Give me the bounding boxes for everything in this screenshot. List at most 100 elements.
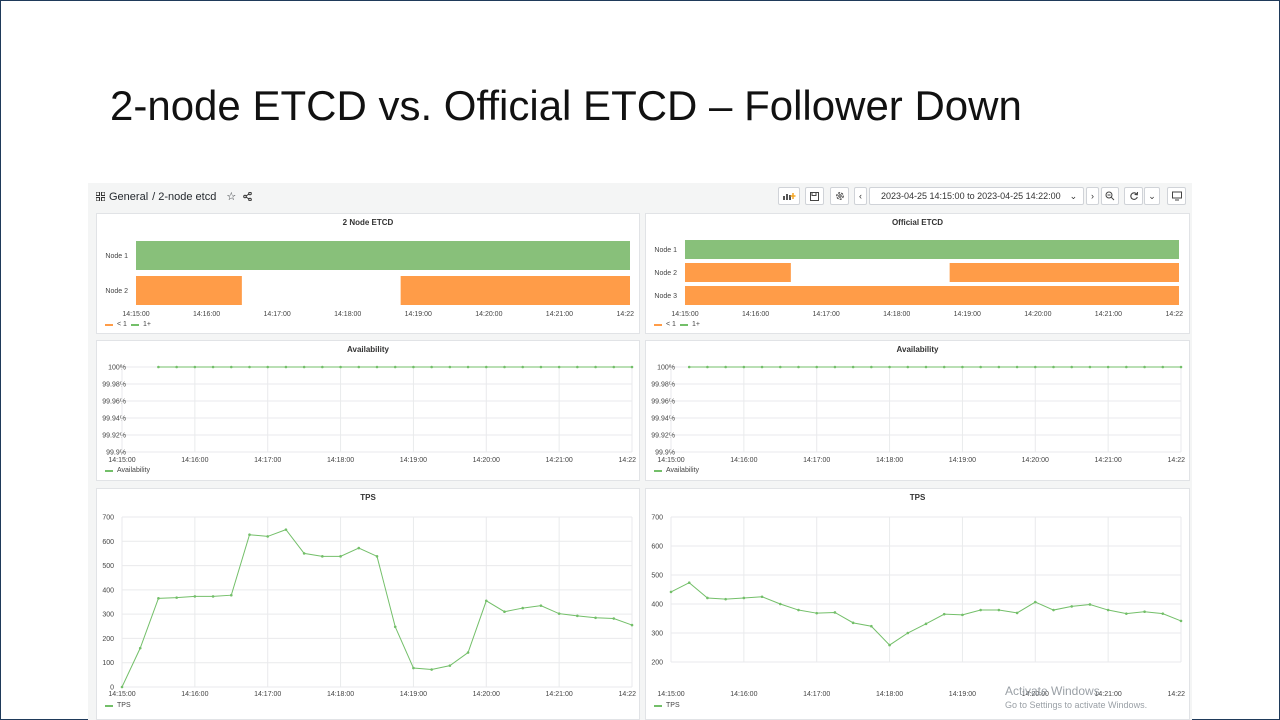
x-tick-label: 14:17:00 xyxy=(254,691,281,698)
data-point xyxy=(448,664,452,667)
state-legend: < 1 1+ xyxy=(654,321,700,328)
data-point xyxy=(266,535,270,538)
state-timeline-chart: Node 1 Node 2 14:15:00 14:16:00 14:17:00 14:1… xyxy=(105,241,634,318)
data-point xyxy=(961,613,964,617)
state-legend: < 1 1+ xyxy=(105,321,151,328)
breadcrumb-folder[interactable]: General xyxy=(109,191,148,203)
data-point xyxy=(466,365,470,369)
data-point xyxy=(1015,365,1019,369)
settings-icon[interactable] xyxy=(830,187,849,205)
series-legend: Availability xyxy=(654,467,699,474)
data-point xyxy=(484,365,488,369)
add-panel-icon[interactable] xyxy=(778,187,800,205)
dashboard-toolbar: General / 2-node etcd ☆ ‹ 2023-04-25 14:… xyxy=(88,183,1192,210)
data-point xyxy=(393,365,397,369)
x-tick-label: 14:20:00 xyxy=(1024,311,1051,318)
row-label: Node 3 xyxy=(654,293,677,300)
x-tick-label: 14:20:00 xyxy=(1022,457,1049,464)
row-label: Node 1 xyxy=(654,247,677,254)
zoom-out-icon[interactable] xyxy=(1101,187,1119,205)
data-point xyxy=(1125,612,1128,615)
data-point xyxy=(1179,365,1183,369)
data-point xyxy=(706,596,709,600)
data-point xyxy=(833,365,837,369)
x-tick-label: 14:16:00 xyxy=(193,311,220,318)
data-point xyxy=(997,365,1001,369)
panel-official-state: Official ETCD Node 1 Node 2 Node 3 14:15:00… xyxy=(645,213,1190,334)
data-point xyxy=(1033,600,1037,604)
data-point xyxy=(612,617,616,620)
dashboard-grid-icon xyxy=(96,192,105,201)
star-icon[interactable]: ☆ xyxy=(226,190,236,203)
data-point xyxy=(1070,605,1074,608)
x-tick-label: 14:17:00 xyxy=(803,457,830,464)
data-point xyxy=(120,685,124,689)
chevron-down-icon: ⌄ xyxy=(1069,190,1078,201)
refresh-interval-chevron-down-icon[interactable]: ⌄ xyxy=(1144,187,1160,205)
data-point xyxy=(687,365,691,369)
x-tick-label: 14:15:00 xyxy=(657,457,684,464)
x-tick-label: 14:19:00 xyxy=(400,457,427,464)
data-point xyxy=(724,365,727,369)
x-tick-label: 14:15:00 xyxy=(108,691,135,698)
x-tick-label: 14:22 xyxy=(618,457,636,464)
data-point xyxy=(175,365,178,369)
data-point xyxy=(484,599,488,603)
x-tick-label: 14:19:00 xyxy=(949,457,976,464)
data-point xyxy=(1161,612,1165,615)
legend-lt1: < 1 xyxy=(117,321,127,328)
data-point xyxy=(942,365,946,369)
data-point xyxy=(1088,603,1092,606)
panel-2node-state: 2 Node ETCD Node 1 Node 2 14:15:00 14:16:00… xyxy=(96,213,640,334)
data-point xyxy=(284,528,288,531)
data-point xyxy=(669,590,673,594)
refresh-icon[interactable] xyxy=(1124,187,1143,205)
y-tick-label: 700 xyxy=(102,515,114,522)
grafana-dashboard: General / 2-node etcd ☆ ‹ 2023-04-25 14:… xyxy=(88,183,1192,720)
chevron-right-icon[interactable]: › xyxy=(1086,187,1099,205)
data-point xyxy=(412,666,415,670)
x-tick-label: 14:16:00 xyxy=(181,691,208,698)
data-point xyxy=(961,365,964,369)
x-tick-label: 14:20:00 xyxy=(475,311,502,318)
data-point xyxy=(193,365,197,369)
time-range-picker[interactable]: 2023-04-25 14:15:00 to 2023-04-25 14:22:… xyxy=(869,187,1084,205)
breadcrumb-dashboard-name[interactable]: / 2-node etcd xyxy=(152,191,216,203)
data-point xyxy=(1070,365,1074,369)
y-tick-label: 500 xyxy=(651,573,663,580)
x-tick-label: 14:20:00 xyxy=(473,691,500,698)
data-point xyxy=(888,643,891,647)
x-tick-label: 14:22 xyxy=(1165,311,1183,318)
data-point xyxy=(521,365,525,369)
chevron-left-icon[interactable]: ‹ xyxy=(854,187,867,205)
data-point xyxy=(393,625,397,629)
share-icon[interactable] xyxy=(243,192,253,201)
data-point xyxy=(138,646,142,650)
tv-mode-icon[interactable] xyxy=(1167,187,1186,205)
activate-windows-watermark: Activate Windows Go to Settings to activ… xyxy=(1005,684,1147,712)
y-tick-label: 600 xyxy=(102,539,114,546)
data-point xyxy=(1052,365,1055,369)
data-point xyxy=(942,612,946,616)
data-point xyxy=(924,622,928,626)
series-legend: TPS xyxy=(105,702,131,709)
x-tick-label: 14:18:00 xyxy=(876,457,903,464)
data-point xyxy=(1125,365,1128,369)
save-icon[interactable] xyxy=(805,187,824,205)
state-segment xyxy=(136,276,242,305)
x-tick-label: 14:19:00 xyxy=(949,691,976,698)
data-point xyxy=(1143,610,1146,614)
x-tick-label: 14:15:00 xyxy=(122,311,149,318)
data-point xyxy=(521,606,525,610)
y-tick-label: 100% xyxy=(657,365,675,372)
x-tick-label: 14:21:00 xyxy=(546,457,573,464)
data-point xyxy=(815,611,819,615)
panel-2node-availability: Availability 100% 99.98% 99.96% 99.94% 99.92… xyxy=(96,340,640,481)
y-tick-label: 400 xyxy=(102,587,114,594)
legend-label: TPS xyxy=(666,702,680,709)
data-point xyxy=(594,365,597,369)
data-point xyxy=(630,365,634,369)
x-tick-label: 14:19:00 xyxy=(405,311,432,318)
data-point xyxy=(612,365,616,369)
panel-official-availability: Availability 100% 99.98% 99.96% 99.94% 99.92… xyxy=(645,340,1190,481)
